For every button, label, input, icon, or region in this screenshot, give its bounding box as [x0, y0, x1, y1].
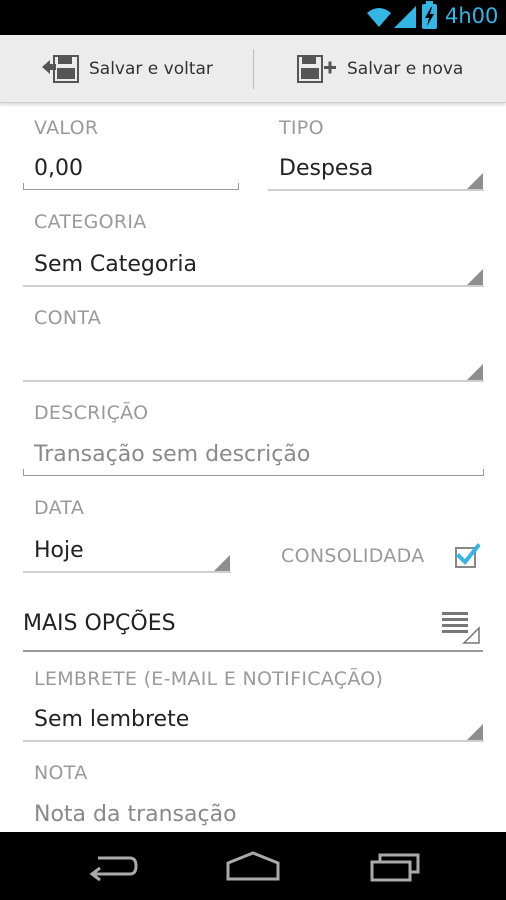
conta-spinner[interactable] — [23, 341, 484, 383]
recent-apps-icon[interactable] — [370, 852, 422, 882]
expand-list-icon — [442, 612, 480, 644]
conta-dropdown-icon — [467, 364, 483, 380]
tipo-spinner[interactable]: Despesa — [268, 150, 484, 192]
mais-opcoes-divider — [23, 650, 483, 652]
charging-bolt-icon — [425, 7, 434, 26]
data-label: DATA — [34, 497, 85, 519]
consolidada-row[interactable]: CONSOLIDADA — [270, 536, 484, 576]
home-icon[interactable] — [226, 851, 280, 881]
lembrete-spinner[interactable]: Sem lembrete — [23, 701, 484, 743]
lembrete-label: LEMBRETE (E-MAIL E NOTIFICAÇÃO) — [34, 668, 384, 690]
categoria-label: CATEGORIA — [34, 211, 147, 233]
action-bar-divider — [253, 49, 254, 89]
descricao-underline — [23, 469, 484, 476]
save-and-new-button[interactable]: Salvar e nova — [296, 35, 463, 103]
categoria-dropdown-icon — [467, 269, 483, 285]
save-and-new-label: Salvar e nova — [347, 59, 464, 79]
save-and-back-button[interactable]: Salvar e voltar — [40, 35, 213, 103]
nota-field[interactable]: Nota da transação — [23, 796, 484, 832]
descricao-field[interactable]: Transação sem descrição — [23, 436, 484, 478]
data-value: Hoje — [34, 538, 84, 563]
valor-underline — [23, 183, 239, 190]
mais-opcoes-title: MAIS OPÇÕES — [23, 611, 176, 636]
navigation-bar — [0, 832, 506, 900]
save-back-icon — [42, 55, 79, 83]
nota-placeholder: Nota da transação — [34, 802, 237, 827]
consolidada-label: CONSOLIDADA — [281, 545, 425, 567]
categoria-value: Sem Categoria — [34, 252, 197, 277]
valor-label: VALOR — [34, 117, 99, 139]
conta-underline — [23, 380, 484, 382]
save-and-back-label: Salvar e voltar — [89, 59, 213, 79]
conta-label: CONTA — [34, 307, 102, 329]
data-spinner[interactable]: Hoje — [23, 532, 231, 574]
descricao-placeholder: Transação sem descrição — [34, 442, 311, 467]
status-time: 4h00 — [445, 4, 499, 28]
tipo-label: TIPO — [279, 117, 324, 139]
categoria-underline — [23, 285, 484, 287]
status-bar: 4h00 — [0, 0, 506, 35]
nota-label: NOTA — [34, 762, 88, 784]
lembrete-dropdown-icon — [467, 724, 483, 740]
action-bar: Salvar e voltar Salvar e nova — [0, 35, 506, 103]
tipo-underline — [268, 189, 484, 191]
save-new-icon — [297, 55, 336, 83]
valor-value: 0,00 — [34, 156, 83, 181]
descricao-label: DESCRIÇÃO — [34, 402, 149, 424]
signal-icon — [394, 6, 416, 28]
categoria-spinner[interactable]: Sem Categoria — [23, 246, 484, 288]
back-icon[interactable] — [86, 852, 138, 882]
lembrete-value: Sem lembrete — [34, 707, 190, 732]
tipo-dropdown-icon — [467, 173, 483, 189]
valor-field[interactable]: 0,00 — [23, 150, 239, 192]
data-dropdown-icon — [214, 555, 230, 571]
wifi-icon — [367, 8, 391, 27]
consolidada-checkbox[interactable] — [454, 543, 480, 569]
tipo-value: Despesa — [279, 156, 374, 181]
lembrete-underline — [23, 740, 484, 742]
mais-opcoes-header[interactable]: MAIS OPÇÕES — [0, 600, 506, 654]
battery-icon — [422, 1, 437, 29]
data-underline — [23, 571, 231, 573]
